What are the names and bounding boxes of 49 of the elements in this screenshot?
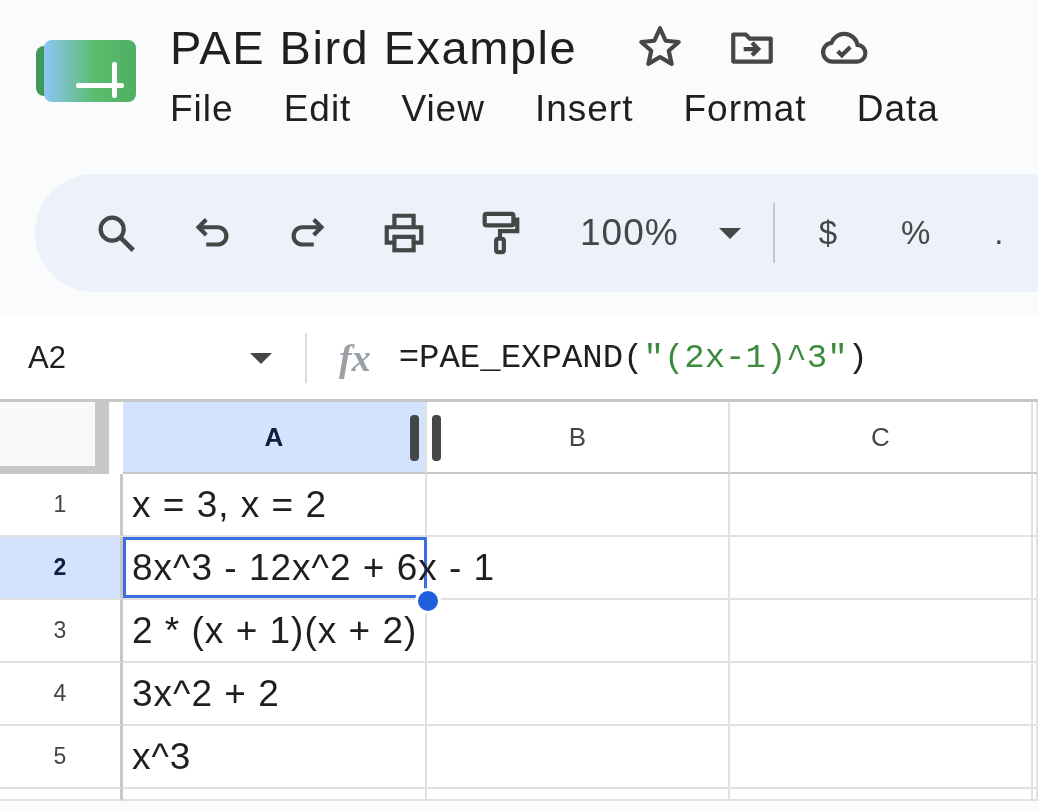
format-button[interactable]: . — [994, 214, 1004, 252]
row-header[interactable]: 3 — [0, 600, 123, 663]
table-cell[interactable] — [427, 726, 730, 789]
zoom-dropdown[interactable]: 100% — [580, 212, 741, 254]
row-header[interactable] — [0, 789, 123, 801]
column-header[interactable]: C — [730, 402, 1033, 474]
table-cell[interactable] — [730, 537, 1033, 600]
caret-icon — [250, 352, 272, 364]
caret-icon — [718, 227, 741, 239]
table-cell[interactable] — [427, 663, 730, 726]
document-title[interactable]: PAE Bird Example — [170, 19, 578, 75]
table-cell[interactable] — [1033, 726, 1038, 789]
formula-input[interactable]: =PAE_EXPAND("(2x-1)^3") — [398, 339, 868, 377]
function-label: fx — [339, 336, 371, 380]
column-header[interactable]: B — [427, 402, 730, 474]
table-cell[interactable] — [427, 789, 730, 801]
table-cell[interactable]: x^3 — [123, 726, 427, 789]
table-cell[interactable] — [123, 789, 427, 801]
app-logo-icon[interactable] — [36, 40, 136, 102]
format-button[interactable]: $ — [818, 214, 837, 252]
menu-item[interactable]: View — [401, 88, 485, 130]
menu-item[interactable]: Data — [856, 88, 939, 130]
table-cell[interactable] — [730, 789, 1033, 801]
row-header[interactable]: 2 — [0, 537, 123, 600]
table-cell[interactable] — [730, 726, 1033, 789]
table-cell[interactable] — [1033, 474, 1038, 537]
row-header[interactable]: 5 — [0, 726, 123, 789]
table-cell[interactable] — [1033, 537, 1038, 600]
menu-item[interactable]: Edit — [283, 88, 352, 130]
table-cell[interactable]: 3x^2 + 2 — [123, 663, 427, 726]
table-cell[interactable] — [427, 600, 730, 663]
row-header[interactable]: 4 — [0, 663, 123, 726]
column-resize-handle-icon[interactable] — [410, 415, 442, 461]
format-button[interactable]: % — [901, 214, 931, 252]
table-cell[interactable] — [730, 663, 1033, 726]
menu-item[interactable]: Format — [683, 88, 807, 130]
table-cell[interactable] — [1033, 663, 1038, 726]
name-box[interactable]: A2 — [28, 340, 272, 376]
table-cell[interactable] — [730, 474, 1033, 537]
column-header[interactable]: A — [123, 402, 427, 474]
menu-item[interactable]: File — [170, 88, 234, 130]
table-cell[interactable] — [730, 600, 1033, 663]
column-header[interactable] — [1033, 402, 1038, 474]
table-cell[interactable] — [1033, 600, 1038, 663]
table-cell[interactable]: 2 * (x + 1)(x + 2) — [123, 600, 427, 663]
select-all-corner[interactable] — [0, 402, 109, 474]
menu-item[interactable]: Insert — [534, 88, 634, 130]
row-header[interactable]: 1 — [0, 474, 123, 537]
table-cell[interactable] — [1033, 789, 1038, 801]
